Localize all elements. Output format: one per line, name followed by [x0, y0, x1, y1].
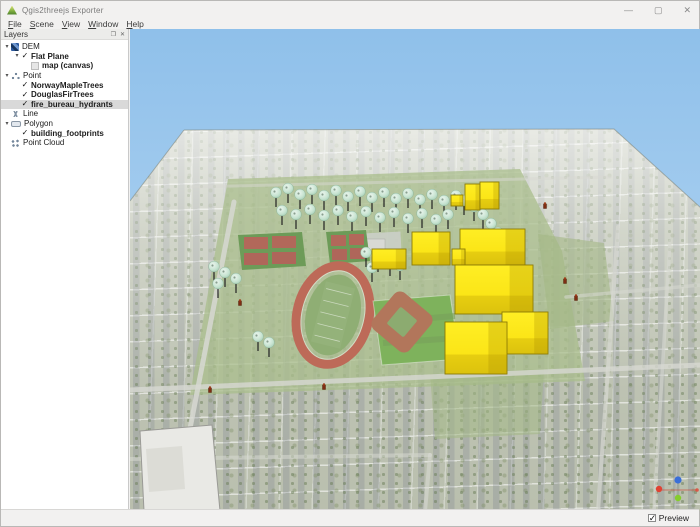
3d-viewport[interactable] [130, 29, 700, 511]
gizmo-x-dot [656, 486, 662, 492]
point-layer-icon [11, 72, 20, 80]
window-title: Qgis2threejs Exporter [22, 6, 104, 15]
layer-item-fire-bureau-hydrants[interactable]: ✓fire_bureau_hydrants [1, 100, 128, 110]
polygon-layer-icon [11, 121, 21, 127]
gizmo-x2-dot [695, 488, 699, 492]
menu-scene[interactable]: Scene [28, 19, 60, 29]
layers-panel-header: Layers ❐ ✕ [1, 29, 128, 40]
layers-panel-title: Layers [4, 30, 107, 39]
layer-item-point-cloud[interactable]: Point Cloud [1, 138, 128, 148]
layer-label: Flat Plane [31, 52, 69, 61]
expand-arrow-icon[interactable]: ▾ [3, 120, 11, 128]
layer-label: NorwayMapleTrees [31, 81, 103, 90]
status-bar: Preview [1, 509, 699, 526]
app-logo-icon [7, 6, 17, 15]
menu-file[interactable]: File [6, 19, 28, 29]
layer-label: building_footprints [31, 129, 104, 138]
layer-label: Point Cloud [23, 138, 64, 147]
layer-item-flat-plane[interactable]: ▾✓Flat Plane [1, 52, 128, 62]
app-window: Qgis2threejs Exporter — ▢ ✕ FileSceneVie… [0, 0, 700, 527]
expand-arrow-icon[interactable]: ▾ [13, 52, 21, 60]
preview-label: Preview [659, 513, 689, 523]
layer-label: map (canvas) [42, 61, 93, 70]
title-bar: Qgis2threejs Exporter — ▢ ✕ [1, 1, 699, 19]
layer-item-dem[interactable]: ▾ DEM [1, 42, 128, 52]
dem-layer-icon [11, 43, 19, 51]
layer-checkbox-checked-icon[interactable]: ✓ [21, 129, 29, 137]
layer-item-point[interactable]: ▾ Point [1, 71, 128, 81]
layer-checkbox-checked-icon[interactable]: ✓ [21, 81, 29, 89]
pointcloud-layer-icon [11, 139, 20, 147]
layer-item-line[interactable]: Line [1, 109, 128, 119]
minimize-button[interactable]: — [624, 6, 633, 15]
layers-tree: ▾DEM▾✓Flat Planemap (canvas)▾Point✓Norwa… [1, 40, 128, 148]
layer-checkbox-checked-icon[interactable]: ✓ [21, 100, 29, 108]
menu-bar: FileSceneViewWindowHelp [1, 19, 699, 29]
layer-label: DEM [22, 42, 40, 51]
layer-checkbox-checked-icon[interactable]: ✓ [21, 91, 29, 99]
expand-arrow-icon[interactable]: ▾ [3, 43, 11, 51]
layer-item-building-footprints[interactable]: ✓building_footprints [1, 128, 128, 138]
layer-item-norwaymapletrees[interactable]: ✓NorwayMapleTrees [1, 80, 128, 90]
panel-float-icon[interactable]: ❐ [111, 31, 116, 38]
layer-label: Point [23, 71, 41, 80]
map-layer-icon [31, 62, 39, 70]
close-button[interactable]: ✕ [683, 6, 691, 15]
layer-item-map-canvas-[interactable]: map (canvas) [1, 61, 128, 71]
axis-gizmo [656, 476, 699, 501]
warehouse-building [140, 425, 220, 511]
menu-help[interactable]: Help [124, 19, 149, 29]
menu-view[interactable]: View [60, 19, 86, 29]
menu-window[interactable]: Window [86, 19, 124, 29]
window-controls: — ▢ ✕ [624, 1, 691, 19]
layer-label: fire_bureau_hydrants [31, 100, 113, 109]
layer-label: DouglasFirTrees [31, 90, 94, 99]
line-layer-icon [11, 110, 20, 118]
preview-checkbox[interactable]: Preview [648, 513, 689, 523]
preview-check-icon[interactable] [648, 514, 656, 522]
expand-arrow-icon[interactable]: ▾ [3, 72, 11, 80]
layer-label: Line [23, 109, 38, 118]
gizmo-z-dot [674, 476, 681, 483]
layer-item-polygon[interactable]: ▾ Polygon [1, 119, 128, 129]
layers-panel: Layers ❐ ✕ ▾DEM▾✓Flat Planemap (canvas)▾… [1, 29, 129, 509]
gizmo-y-dot [675, 495, 681, 501]
3d-scene-overlay [130, 29, 700, 511]
layer-item-douglasfirtrees[interactable]: ✓DouglasFirTrees [1, 90, 128, 100]
panel-close-icon[interactable]: ✕ [120, 31, 125, 38]
layer-checkbox-checked-icon[interactable]: ✓ [21, 52, 29, 60]
layer-label: Polygon [24, 119, 53, 128]
maximize-button[interactable]: ▢ [654, 6, 663, 15]
